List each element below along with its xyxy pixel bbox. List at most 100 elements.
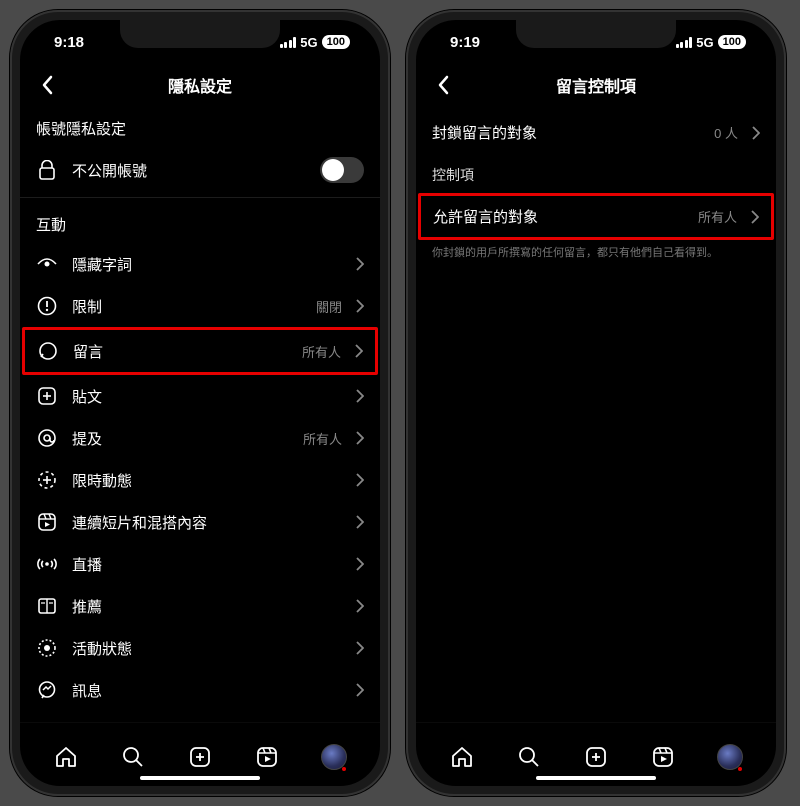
chevron-right-icon (356, 515, 364, 529)
row-label: 訊息 (72, 680, 342, 701)
at-icon (36, 427, 58, 449)
chevron-right-icon (356, 389, 364, 403)
chevron-right-icon (356, 473, 364, 487)
row-label: 隱藏字詞 (72, 254, 342, 275)
tab-reels[interactable] (245, 735, 289, 779)
row-activity-status[interactable]: 活動狀態 (20, 627, 380, 669)
section-controls: 控制項 (416, 153, 776, 193)
tab-create[interactable] (574, 735, 618, 779)
chevron-right-icon (356, 299, 364, 313)
chevron-right-icon (356, 641, 364, 655)
row-value: 0 人 (714, 123, 738, 142)
signal-icon (280, 37, 297, 48)
battery-indicator: 100 (322, 35, 350, 49)
tab-search[interactable] (507, 735, 551, 779)
tab-home[interactable] (44, 735, 88, 779)
tab-search[interactable] (111, 735, 155, 779)
row-e2e-encryption[interactable]: 端對端加密 (20, 711, 380, 722)
messenger-icon (36, 679, 58, 701)
tab-reels[interactable] (641, 735, 685, 779)
tab-create[interactable] (178, 735, 222, 779)
page-title: 隱私設定 (20, 73, 380, 97)
broadcast-icon (36, 553, 58, 575)
profile-avatar (717, 744, 743, 770)
nav-header: 隱私設定 (20, 64, 380, 106)
row-value: 所有人 (302, 342, 341, 361)
chevron-right-icon (356, 599, 364, 613)
row-posts[interactable]: 貼文 (20, 375, 380, 417)
row-label: 允許留言的對象 (433, 206, 684, 227)
reels-icon (36, 511, 58, 533)
signal-icon (676, 37, 693, 48)
row-recommend[interactable]: 推薦 (20, 585, 380, 627)
plus-square-icon (36, 385, 58, 407)
notch (120, 20, 280, 48)
row-live[interactable]: 直播 (20, 543, 380, 585)
chevron-right-icon (356, 683, 364, 697)
comment-controls-content: 封鎖留言的對象 0 人 控制項 允許留言的對象 所有人 你封鎖的用戶所撰寫的任何… (416, 106, 776, 722)
row-restrict[interactable]: 限制 關閉 (20, 285, 380, 327)
row-hidden-words[interactable]: 隱藏字詞 (20, 243, 380, 285)
phone-left: 9:18 5G 100 隱私設定 帳號隱私設定 不公開帳號 (10, 10, 390, 796)
home-indicator[interactable] (536, 776, 656, 780)
row-label: 直播 (72, 554, 342, 575)
row-value: 所有人 (303, 429, 342, 448)
row-label: 活動狀態 (72, 638, 342, 659)
row-reels[interactable]: 連續短片和混搭內容 (20, 501, 380, 543)
back-button[interactable] (428, 70, 458, 100)
home-indicator[interactable] (140, 776, 260, 780)
network-label: 5G (696, 35, 713, 50)
phone-right: 9:19 5G 100 留言控制項 封鎖留言的對象 0 人 控制項 允許留言的對… (406, 10, 786, 796)
chevron-right-icon (356, 257, 364, 271)
row-mentions[interactable]: 提及 所有人 (20, 417, 380, 459)
story-icon (36, 469, 58, 491)
row-value: 關閉 (316, 297, 342, 316)
row-label: 貼文 (72, 386, 342, 407)
row-label: 連續短片和混搭內容 (72, 512, 342, 533)
notification-dot (738, 767, 742, 771)
row-label: 留言 (73, 341, 288, 362)
row-label: 不公開帳號 (72, 160, 306, 181)
row-label: 限制 (72, 296, 302, 317)
row-label: 提及 (72, 428, 289, 449)
chevron-right-icon (751, 210, 759, 224)
row-value: 所有人 (698, 207, 737, 226)
back-button[interactable] (32, 70, 62, 100)
row-blocked-commenters[interactable]: 封鎖留言的對象 0 人 (416, 106, 776, 153)
section-account-privacy: 帳號隱私設定 (20, 106, 380, 147)
activity-icon (36, 637, 58, 659)
row-label: 封鎖留言的對象 (432, 122, 700, 143)
section-interaction: 互動 (20, 202, 380, 243)
row-messages[interactable]: 訊息 (20, 669, 380, 711)
tab-home[interactable] (440, 735, 484, 779)
row-comments[interactable]: 留言 所有人 (22, 327, 378, 375)
row-stories[interactable]: 限時動態 (20, 459, 380, 501)
helper-text: 你封鎖的用戶所撰寫的任何留言，都只有他們自己看得到。 (416, 240, 776, 267)
eye-hidden-icon (36, 253, 58, 275)
private-account-toggle[interactable] (320, 157, 364, 183)
chevron-right-icon (752, 126, 760, 140)
lock-icon (36, 159, 58, 181)
nav-header: 留言控制項 (416, 64, 776, 106)
network-label: 5G (300, 35, 317, 50)
settings-content: 帳號隱私設定 不公開帳號 互動 隱藏字詞 (20, 106, 380, 722)
chevron-right-icon (356, 431, 364, 445)
guides-icon (36, 595, 58, 617)
row-allow-comments-from[interactable]: 允許留言的對象 所有人 (418, 193, 774, 240)
alert-circle-icon (36, 295, 58, 317)
tab-profile[interactable] (312, 735, 356, 779)
status-time: 9:18 (54, 34, 84, 51)
row-private-account[interactable]: 不公開帳號 (20, 147, 380, 193)
tab-profile[interactable] (708, 735, 752, 779)
row-label: 限時動態 (72, 470, 342, 491)
row-label: 推薦 (72, 596, 342, 617)
page-title: 留言控制項 (416, 73, 776, 97)
profile-avatar (321, 744, 347, 770)
notification-dot (342, 767, 346, 771)
chevron-right-icon (356, 557, 364, 571)
battery-indicator: 100 (718, 35, 746, 49)
notch (516, 20, 676, 48)
chevron-right-icon (355, 344, 363, 358)
status-time: 9:19 (450, 34, 480, 51)
comment-icon (37, 340, 59, 362)
